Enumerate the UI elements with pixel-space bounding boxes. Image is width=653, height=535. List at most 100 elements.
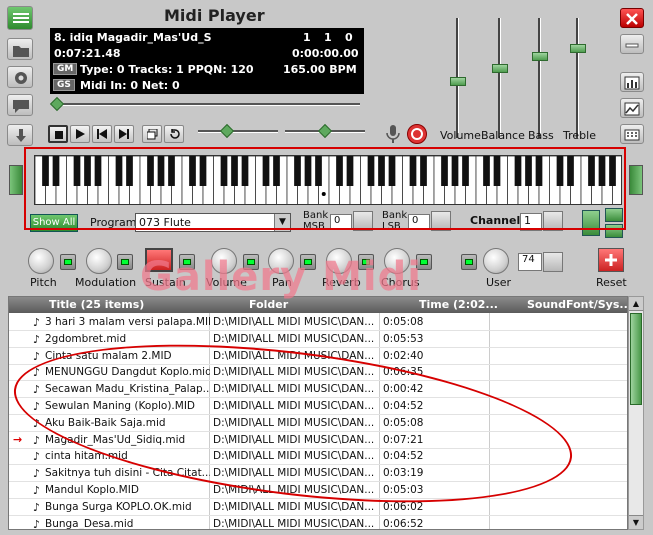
scrollbar-thumb[interactable] [630,313,642,405]
spectrum-button[interactable] [620,72,644,92]
lyrics-button[interactable] [7,94,33,116]
table-row[interactable]: ♪ Aku Baik-Baik Saja.mid D:\MIDI\ALL MIDI … [9,415,627,432]
black-key[interactable] [336,156,343,186]
menu-button[interactable] [7,6,33,30]
download-button[interactable] [7,124,33,146]
black-key[interactable] [94,156,102,186]
table-row[interactable]: ♪ Bunga Surga KOPLO.OK.mid D:\MIDI\ALL MID… [9,499,627,516]
user-value-input[interactable]: 74 [518,253,542,271]
table-row[interactable]: ♪ Mandul Koplo.MID D:\MIDI\ALL MIDI MUSIC\… [9,482,627,499]
pitch-toggle[interactable] [60,254,76,270]
playlist-scrollbar[interactable]: ▲ ▼ [628,296,644,530]
black-key[interactable] [241,156,249,186]
reset-button[interactable] [598,248,624,272]
table-row[interactable]: ♪ Sakitnya tuh disini - Cita Citat... D:\M… [9,465,627,483]
bass-fader-thumb[interactable] [532,51,548,61]
treble-fader-thumb[interactable] [570,44,586,53]
black-key[interactable] [168,156,175,186]
bass-fader-track[interactable] [538,18,541,138]
black-key[interactable] [567,156,574,186]
time-column-header[interactable]: Time (2:02... [419,298,498,311]
black-key[interactable] [273,156,280,186]
previous-button[interactable] [92,125,112,143]
keyboard-view-button[interactable] [620,124,644,144]
close-button[interactable] [620,8,644,28]
black-key[interactable] [514,156,522,186]
black-key[interactable] [598,156,606,186]
black-key[interactable] [588,156,595,186]
balance-fader-track[interactable] [498,18,501,138]
open-folder-button[interactable] [7,38,33,60]
table-row[interactable]: ♪ Secawan Madu_Kristina_Palap... D:\MIDI\A… [9,381,627,399]
microphone-button[interactable] [384,124,402,144]
black-key[interactable] [388,156,396,186]
black-key[interactable] [84,156,91,186]
show-all-button[interactable]: Show All [30,214,78,232]
program-select[interactable]: 073 Flute ▼ [135,213,291,232]
title-column-header[interactable]: Title (25 items) [49,298,144,311]
black-key[interactable] [157,156,165,186]
channel-input[interactable]: 1 [520,213,542,231]
black-key[interactable] [493,156,501,186]
table-row[interactable]: ♪ Magadir_Mas'Ud_Sidiq.mid D:\MIDI\ALL MID… [9,432,627,449]
speed-slider-thumb[interactable] [219,123,235,139]
black-key[interactable] [52,156,60,186]
black-key[interactable] [378,156,385,186]
volume-toggle[interactable] [243,254,259,270]
table-row[interactable]: ♪ Cinta satu malam 2.MID D:\MIDI\ALL MIDI … [9,348,627,365]
modulation-knob[interactable] [86,248,112,274]
black-key[interactable] [451,156,459,186]
repeat-button[interactable] [164,125,184,143]
reverb-toggle[interactable] [358,254,374,270]
graph-button[interactable] [620,98,644,118]
black-key[interactable] [73,156,81,186]
modulation-toggle[interactable] [117,254,133,270]
soundfont-column-header[interactable]: SoundFont/Sys... [527,298,627,311]
black-key[interactable] [462,156,469,186]
scroll-left-button[interactable] [9,165,23,195]
black-key[interactable] [220,156,228,186]
play-button[interactable] [70,125,90,143]
bank-lsb-input[interactable]: 0 [408,214,430,230]
scroll-up-button[interactable]: ▲ [629,297,643,311]
next-button[interactable] [114,125,134,143]
black-key[interactable] [294,156,301,186]
channel-mute-button[interactable] [605,224,623,238]
position-slider-thumb[interactable] [49,96,65,112]
black-key[interactable] [346,156,354,186]
position-slider[interactable] [54,103,360,106]
volume-fader-thumb[interactable] [450,77,466,86]
user-knob[interactable] [483,248,509,274]
table-row[interactable]: ♪ Bunga_Desa.mid D:\MIDI\ALL MIDI MUSIC\DA… [9,516,627,529]
balance-fader-thumb[interactable] [492,63,508,73]
table-row[interactable]: ♪ MENUNGGU Dangdut Koplo.mid D:\MIDI\ALL M… [9,364,627,382]
pan-knob[interactable] [268,248,294,274]
scroll-down-button[interactable]: ▼ [629,515,643,529]
sustain-pedal-button[interactable] [145,248,173,272]
settings-button[interactable] [7,66,33,88]
black-key[interactable] [409,156,417,186]
black-key[interactable] [262,156,270,186]
bank-lsb-spinner[interactable] [431,211,451,231]
table-row[interactable]: ♪ 3 hari 3 malam versi palapa.MID D:\MIDI\… [9,314,627,331]
black-key[interactable] [231,156,238,186]
chorus-toggle[interactable] [416,254,432,270]
speed-slider[interactable] [198,130,278,133]
chorus-knob[interactable] [384,248,410,274]
window-mode-button[interactable] [142,125,162,143]
black-key[interactable] [420,156,427,186]
black-key[interactable] [441,156,448,186]
channel-settings-button[interactable] [605,208,623,222]
black-key[interactable] [535,156,543,186]
black-key[interactable] [42,156,49,186]
playlist-table[interactable]: Title (25 items) Folder Time (2:02... So… [8,296,628,530]
pitch-knob[interactable] [28,248,54,274]
black-key[interactable] [189,156,196,186]
black-key[interactable] [147,156,154,186]
treble-fader-track[interactable] [576,18,579,138]
sustain-toggle[interactable] [179,254,195,270]
bank-msb-spinner[interactable] [353,211,373,231]
pan-toggle[interactable] [300,254,316,270]
bank-msb-input[interactable]: 0 [330,214,352,230]
pitch-slider-thumb[interactable] [317,123,333,139]
